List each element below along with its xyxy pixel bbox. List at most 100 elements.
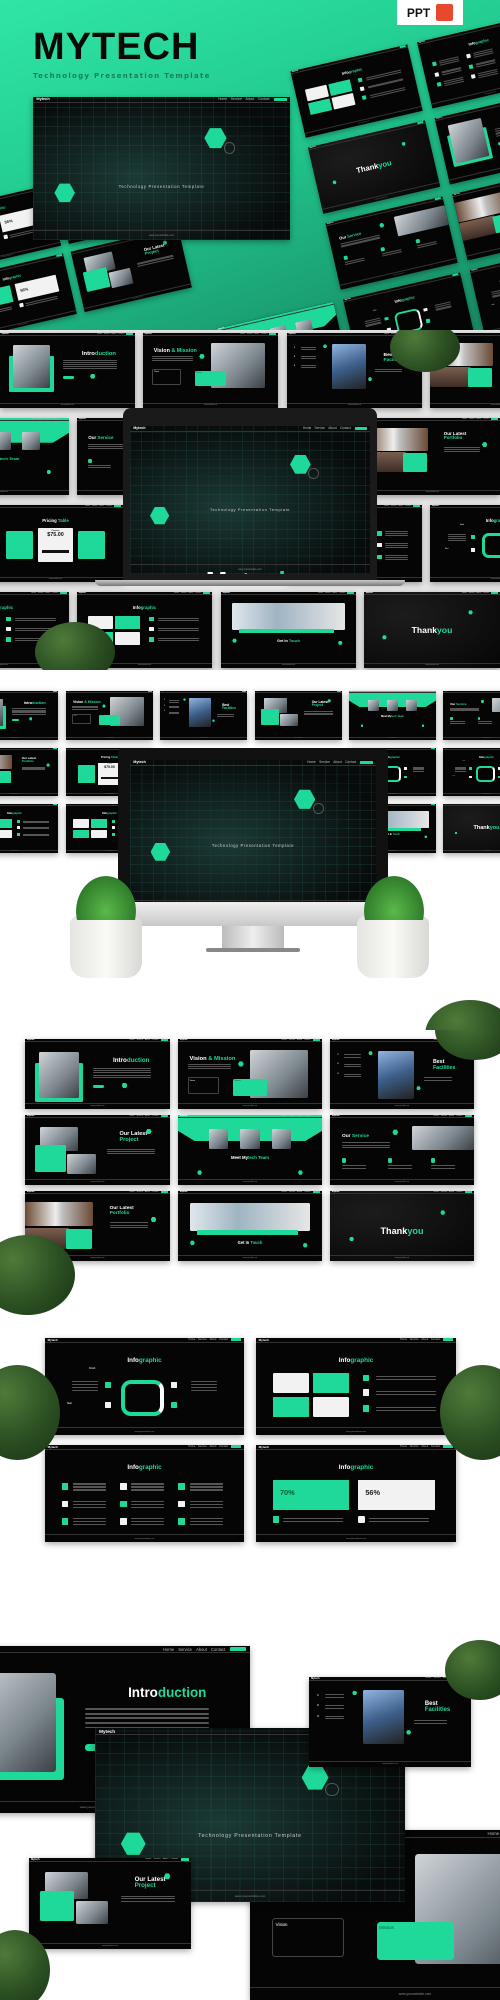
nav-link[interactable]: Home bbox=[174, 592, 179, 594]
nav-link[interactable]: About bbox=[46, 418, 51, 420]
nav-button[interactable] bbox=[114, 505, 122, 508]
nav-link[interactable]: Service bbox=[441, 1191, 447, 1193]
nav-link[interactable]: Service bbox=[38, 418, 44, 420]
nav-link[interactable]: Contact bbox=[405, 505, 411, 507]
nav-button[interactable] bbox=[417, 120, 424, 124]
nav-button[interactable] bbox=[180, 1858, 189, 1861]
nav-link[interactable]: About bbox=[43, 691, 46, 692]
nav-button[interactable] bbox=[241, 691, 246, 693]
nav-button[interactable] bbox=[464, 1115, 473, 1118]
nav-link[interactable]: Home bbox=[34, 804, 37, 805]
nav-link[interactable]: About bbox=[255, 333, 260, 335]
nav-button[interactable] bbox=[60, 418, 68, 421]
nav-link[interactable]: Service bbox=[441, 1115, 447, 1117]
nav-link[interactable]: Service bbox=[198, 1445, 207, 1448]
nav-link[interactable]: Service bbox=[247, 333, 253, 335]
nav-link[interactable]: Home bbox=[163, 1647, 174, 1652]
nav-link[interactable]: About bbox=[333, 592, 338, 594]
nav-link[interactable]: Contact bbox=[258, 97, 270, 101]
nav-link[interactable]: Contact bbox=[331, 691, 335, 692]
nav-button[interactable] bbox=[430, 691, 435, 693]
nav-link[interactable]: Service bbox=[38, 691, 42, 692]
nav-link[interactable]: Home bbox=[129, 1115, 134, 1117]
nav-link[interactable]: About bbox=[449, 1115, 454, 1117]
nav-button[interactable] bbox=[491, 418, 499, 421]
nav-link[interactable]: Home bbox=[434, 1115, 439, 1117]
nav-button[interactable] bbox=[336, 691, 341, 693]
nav-link[interactable]: Home bbox=[34, 691, 37, 692]
nav-button[interactable] bbox=[312, 1191, 321, 1194]
nav-link[interactable]: Service bbox=[416, 748, 420, 749]
nav-link[interactable]: Contact bbox=[152, 1039, 159, 1041]
nav-link[interactable]: Home bbox=[85, 505, 90, 507]
nav-link[interactable]: About bbox=[44, 257, 48, 259]
nav-button[interactable] bbox=[452, 272, 459, 276]
nav-link[interactable]: Contact bbox=[431, 1338, 440, 1341]
nav-link[interactable]: Home bbox=[412, 691, 415, 692]
nav-link[interactable]: Home bbox=[412, 804, 415, 805]
nav-button[interactable] bbox=[160, 1191, 169, 1194]
nav-link[interactable]: About bbox=[189, 592, 194, 594]
nav-button[interactable] bbox=[231, 1338, 242, 1342]
nav-link[interactable]: Home bbox=[17, 192, 21, 194]
nav-link[interactable]: Home bbox=[426, 1677, 432, 1679]
nav-link[interactable]: About bbox=[449, 1191, 454, 1193]
nav-link[interactable]: Service bbox=[181, 592, 187, 594]
nav-button[interactable] bbox=[325, 302, 333, 306]
nav-link[interactable]: Home bbox=[240, 333, 245, 335]
nav-button[interactable] bbox=[430, 804, 435, 806]
nav-link[interactable]: About bbox=[333, 760, 342, 764]
nav-link[interactable]: Home bbox=[434, 1191, 439, 1193]
nav-link[interactable]: Service bbox=[178, 1647, 192, 1652]
nav-link[interactable]: About bbox=[421, 691, 424, 692]
nav-link[interactable]: Service bbox=[322, 691, 326, 692]
nav-link[interactable]: Contact bbox=[236, 691, 240, 692]
nav-link[interactable]: About bbox=[163, 1858, 169, 1860]
nav-button[interactable] bbox=[430, 748, 435, 750]
nav-link[interactable]: Home bbox=[400, 1445, 407, 1448]
nav-link[interactable]: Home bbox=[188, 1338, 195, 1341]
nav-link[interactable]: Service bbox=[198, 1338, 207, 1341]
nav-link[interactable]: Contact bbox=[339, 592, 345, 594]
nav-link[interactable]: About bbox=[313, 306, 317, 308]
nav-link[interactable]: Service bbox=[416, 804, 420, 805]
nav-link[interactable]: Contact bbox=[431, 1445, 440, 1448]
nav-button[interactable] bbox=[56, 253, 62, 257]
nav-link[interactable]: Home bbox=[412, 748, 415, 749]
nav-button[interactable] bbox=[354, 426, 367, 431]
nav-link[interactable]: Service bbox=[306, 307, 311, 309]
nav-link[interactable]: About bbox=[421, 1445, 428, 1448]
nav-link[interactable]: Contact bbox=[219, 1445, 228, 1448]
nav-link[interactable]: Contact bbox=[425, 691, 429, 692]
nav-link[interactable]: Home bbox=[282, 1039, 287, 1041]
nav-link[interactable]: Home bbox=[384, 505, 389, 507]
nav-link[interactable]: Contact bbox=[428, 199, 434, 201]
nav-link[interactable]: Contact bbox=[304, 1191, 311, 1193]
nav-link[interactable]: Contact bbox=[261, 333, 267, 335]
nav-link[interactable]: About bbox=[209, 1445, 216, 1448]
nav-link[interactable]: About bbox=[421, 1338, 428, 1341]
nav-button[interactable] bbox=[52, 804, 57, 806]
nav-link[interactable]: Contact bbox=[483, 592, 489, 594]
nav-link[interactable]: About bbox=[387, 49, 391, 51]
nav-link[interactable]: Service bbox=[391, 505, 397, 507]
nav-link[interactable]: Contact bbox=[50, 256, 55, 258]
nav-link[interactable]: Service bbox=[227, 691, 231, 692]
nav-link[interactable]: About bbox=[440, 277, 444, 279]
nav-link[interactable]: Home bbox=[400, 1338, 407, 1341]
nav-link[interactable]: About bbox=[405, 125, 409, 127]
nav-link[interactable]: Service bbox=[469, 592, 475, 594]
nav-link[interactable]: Service bbox=[38, 592, 44, 594]
nav-link[interactable]: Service bbox=[398, 126, 403, 128]
nav-link[interactable]: About bbox=[196, 1647, 207, 1652]
nav-link[interactable]: Home bbox=[375, 51, 379, 53]
nav-link[interactable]: About bbox=[297, 1115, 302, 1117]
nav-link[interactable]: Home bbox=[129, 1191, 134, 1193]
nav-button[interactable] bbox=[399, 44, 407, 48]
nav-button[interactable] bbox=[60, 592, 68, 595]
nav-button[interactable] bbox=[443, 1338, 454, 1342]
nav-link[interactable]: Service bbox=[137, 1115, 143, 1117]
nav-link[interactable]: Contact bbox=[47, 804, 51, 805]
nav-link[interactable]: Contact bbox=[152, 1191, 159, 1193]
nav-button[interactable] bbox=[231, 1445, 242, 1449]
